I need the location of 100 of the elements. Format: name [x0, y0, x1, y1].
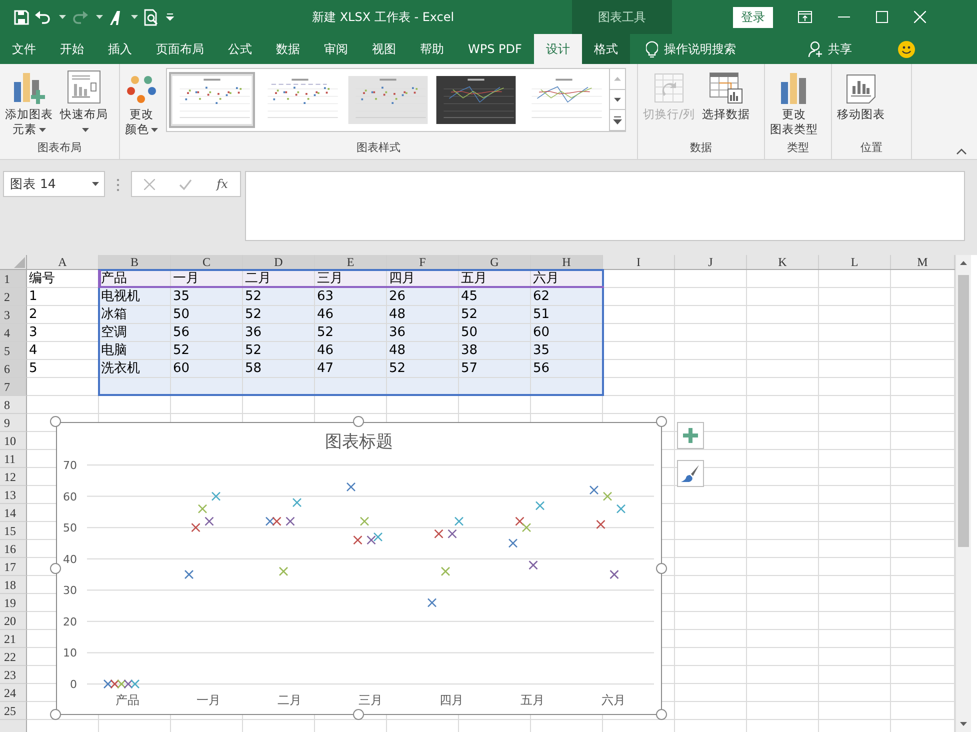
row-header[interactable]: 16 — [0, 540, 27, 558]
column-header[interactable]: J — [675, 255, 747, 269]
insert-function-button[interactable]: fx — [216, 177, 228, 191]
ribbon-button[interactable]: 更改 图表类型 — [767, 68, 821, 139]
row-header[interactable]: 25 — [0, 702, 27, 720]
touch-mode-icon[interactable] — [109, 10, 123, 24]
row-header[interactable]: 2 — [0, 288, 27, 306]
column-header[interactable]: B — [99, 255, 171, 269]
row-header[interactable]: 21 — [0, 630, 27, 648]
row-header[interactable]: 10 — [0, 432, 27, 450]
ribbon-button[interactable]: 选择数据 — [698, 68, 753, 124]
vertical-scrollbar[interactable] — [955, 255, 971, 732]
ribbon-tab[interactable]: 文件 — [0, 34, 48, 64]
resize-handle[interactable] — [50, 709, 61, 720]
row-header[interactable]: 19 — [0, 594, 27, 612]
row-header[interactable]: 7 — [0, 378, 27, 396]
resize-handle[interactable] — [50, 562, 61, 574]
row-header[interactable]: 23 — [0, 666, 27, 684]
data-point — [602, 492, 612, 501]
table-cell — [603, 396, 675, 414]
check-icon[interactable] — [179, 178, 192, 190]
resize-handle[interactable] — [656, 709, 667, 720]
row-header[interactable]: 1 — [0, 270, 27, 288]
column-header[interactable]: L — [819, 255, 891, 269]
ribbon-button[interactable]: 更改 颜色 — [122, 68, 161, 139]
row-header[interactable]: 24 — [0, 684, 27, 702]
axis-label: 五月 — [520, 693, 544, 707]
customize-icon[interactable] — [166, 13, 174, 21]
ribbon-tab[interactable]: 设计 — [534, 34, 582, 64]
column-header[interactable]: H — [531, 255, 603, 269]
table-cell: 编号 — [27, 270, 99, 288]
row-header[interactable]: 20 — [0, 612, 27, 630]
collapse-ribbon-icon[interactable] — [956, 148, 967, 155]
table-cell — [819, 468, 891, 486]
row-header[interactable]: 12 — [0, 468, 27, 486]
table-cell: 26 — [387, 288, 459, 306]
table-cell: 35 — [171, 288, 243, 306]
ribbon-tab[interactable]: 公式 — [216, 34, 264, 64]
row-header[interactable]: 14 — [0, 504, 27, 522]
column-header[interactable]: E — [315, 255, 387, 269]
resize-handle[interactable] — [50, 416, 61, 427]
smiley-icon[interactable] — [898, 40, 915, 58]
ribbon-tab[interactable]: WPS PDF — [456, 34, 534, 64]
ribbon-tab[interactable]: 插入 — [96, 34, 144, 64]
chart-elements-button[interactable] — [677, 422, 704, 449]
row-header[interactable]: 5 — [0, 342, 27, 360]
row-header[interactable]: 17 — [0, 558, 27, 576]
print-preview-icon[interactable] — [144, 8, 160, 26]
row-header[interactable]: 13 — [0, 486, 27, 504]
maximize-icon[interactable] — [876, 11, 888, 23]
ribbon-tab[interactable]: 审阅 — [312, 34, 360, 64]
chart-styles-button[interactable] — [677, 460, 704, 487]
undo-icon[interactable] — [35, 10, 51, 24]
row-header[interactable]: 15 — [0, 522, 27, 540]
table-cell: 36 — [243, 324, 315, 342]
formula-input[interactable] — [245, 171, 965, 241]
row-header[interactable]: 3 — [0, 306, 27, 324]
row-header[interactable]: 22 — [0, 648, 27, 666]
table-cell — [819, 630, 891, 648]
resize-handle[interactable] — [353, 416, 364, 427]
row-header[interactable]: 9 — [0, 414, 27, 432]
data-point — [528, 560, 538, 570]
data-point — [427, 598, 437, 608]
tell-me-search[interactable]: 操作说明搜索 — [664, 40, 736, 58]
column-header[interactable]: D — [243, 255, 315, 269]
column-header[interactable]: F — [387, 255, 459, 269]
chart-area[interactable]: 图表标题 0 10 20 30 40 50 60 70 产品 一月 二月 三月 四月 五月 六月 — [56, 422, 662, 715]
column-header[interactable]: I — [603, 255, 675, 269]
row-header[interactable]: 8 — [0, 396, 27, 414]
row-header[interactable]: 11 — [0, 450, 27, 468]
axis-label: 50 — [63, 522, 77, 535]
ribbon-tab[interactable]: 帮助 — [408, 34, 456, 64]
column-header[interactable]: C — [171, 255, 243, 269]
close-icon[interactable] — [914, 11, 926, 23]
axis-label: 10 — [63, 646, 77, 660]
ribbon-button[interactable]: 快速布局 — [57, 68, 111, 139]
save-icon[interactable] — [14, 10, 29, 24]
ribbon-button[interactable]: 移动图表 — [834, 68, 888, 124]
ribbon-tab[interactable]: 视图 — [360, 34, 408, 64]
ribbon-tab[interactable]: 格式 — [582, 34, 630, 64]
table-cell — [675, 522, 747, 540]
resize-handle[interactable] — [656, 416, 667, 427]
ribbon-tab[interactable]: 数据 — [264, 34, 312, 64]
ribbon-tab[interactable]: 页面布局 — [144, 34, 216, 64]
ribbon-tab[interactable]: 开始 — [48, 34, 96, 64]
row-header[interactable]: 6 — [0, 360, 27, 378]
chart-style-thumbnail[interactable] — [169, 72, 255, 128]
row-header[interactable]: 4 — [0, 324, 27, 342]
name-box[interactable]: 图表 14 — [3, 171, 105, 197]
cancel-icon[interactable] — [144, 178, 156, 190]
data-point — [515, 516, 524, 526]
column-header[interactable]: G — [459, 255, 531, 269]
column-header[interactable]: K — [747, 255, 819, 269]
table-cell: 52 — [459, 306, 531, 324]
table-cell — [675, 540, 747, 558]
share-button[interactable]: 共享 — [828, 40, 852, 58]
sign-in-button[interactable]: 登录 — [733, 6, 773, 28]
ribbon-button[interactable]: 添加图表 元素 — [2, 68, 56, 139]
ribbon-display-icon[interactable] — [798, 11, 812, 23]
row-header[interactable]: 18 — [0, 576, 27, 594]
